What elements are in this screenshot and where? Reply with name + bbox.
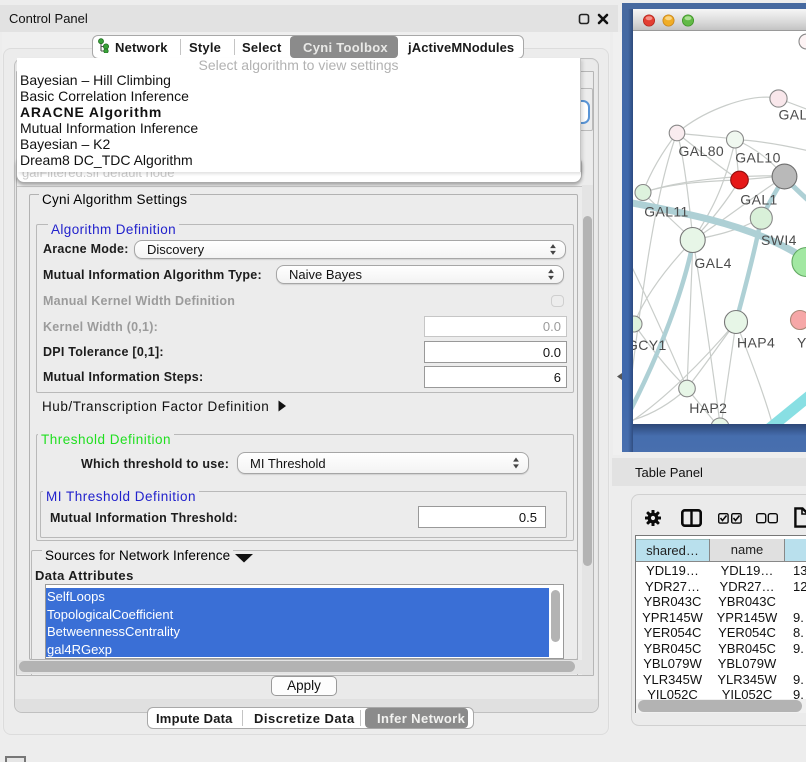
svg-text:GAL4: GAL4 bbox=[694, 255, 731, 271]
svg-text:SWI4: SWI4 bbox=[761, 232, 797, 248]
svg-text:GAL80: GAL80 bbox=[679, 143, 725, 159]
svg-text:GAL7: GAL7 bbox=[779, 107, 806, 123]
svg-text:HAP4: HAP4 bbox=[737, 335, 775, 351]
svg-text:GAL11: GAL11 bbox=[644, 204, 689, 220]
svg-text:GAL10: GAL10 bbox=[735, 149, 781, 165]
svg-text:GAL1: GAL1 bbox=[740, 192, 777, 208]
svg-text:GCY1: GCY1 bbox=[633, 337, 667, 353]
svg-text:HAP2: HAP2 bbox=[689, 400, 727, 416]
svg-text:YM: YM bbox=[797, 335, 806, 351]
